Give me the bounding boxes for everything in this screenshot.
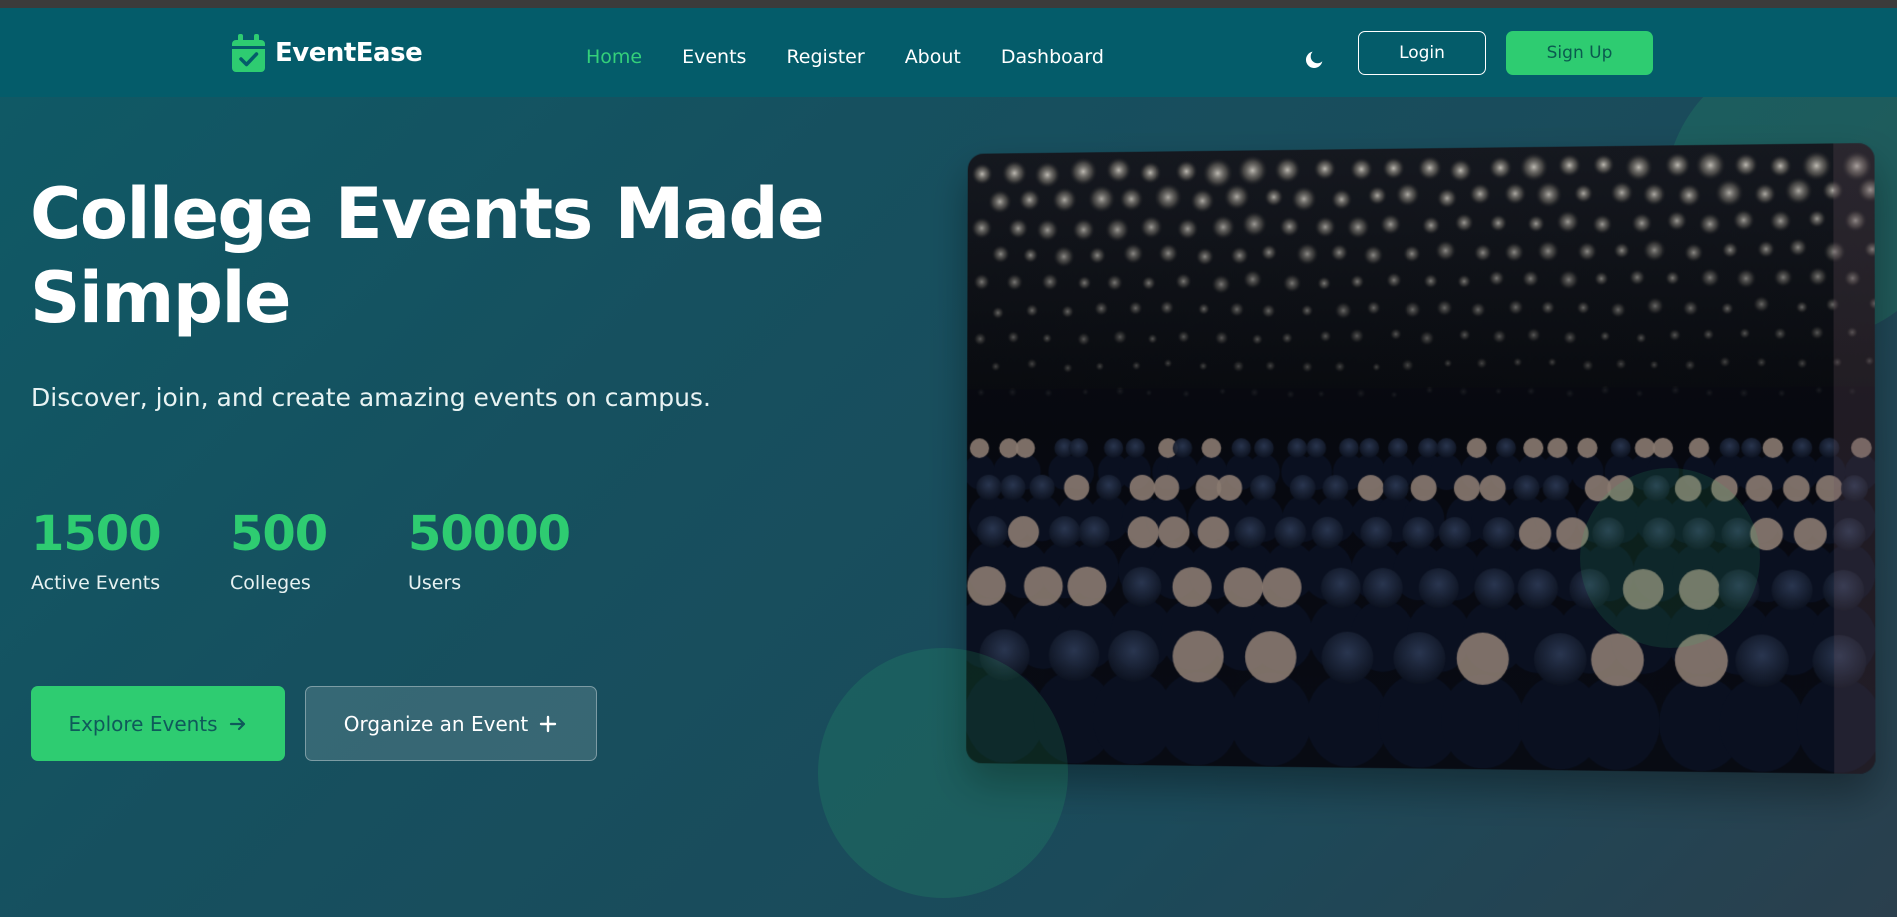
- hero-subtitle: Discover, join, and create amazing event…: [31, 383, 711, 412]
- plus-icon: [538, 714, 558, 734]
- stat-label: Active Events: [31, 572, 161, 594]
- conference-audience-photo: [966, 142, 1876, 775]
- stat-value: 50000: [408, 506, 571, 562]
- explore-events-button[interactable]: Explore Events: [31, 686, 285, 761]
- stat-label: Colleges: [230, 572, 311, 594]
- stat-label: Users: [408, 572, 462, 594]
- nav-links: Home Events Register About Dashboard: [586, 46, 1144, 68]
- brand-name: EventEase: [275, 38, 423, 68]
- brand-logo[interactable]: EventEase: [232, 34, 423, 72]
- moon-icon[interactable]: [1304, 48, 1326, 70]
- stat-users: 50000 Users: [408, 506, 571, 594]
- login-button[interactable]: Login: [1358, 31, 1486, 75]
- nav-link-about[interactable]: About: [905, 46, 961, 68]
- window-top-strip: [0, 0, 1897, 8]
- explore-events-label: Explore Events: [68, 711, 218, 736]
- hero-title: College Events Made Simple: [30, 173, 825, 339]
- calendar-check-icon: [232, 34, 265, 72]
- arrow-right-icon: [228, 714, 248, 734]
- stat-value: 500: [230, 506, 328, 562]
- stat-value: 1500: [31, 506, 162, 562]
- navbar: EventEase Home Events Register About Das…: [0, 8, 1897, 97]
- page: EventEase Home Events Register About Das…: [0, 8, 1897, 917]
- signup-button[interactable]: Sign Up: [1506, 31, 1653, 75]
- organize-event-button[interactable]: Organize an Event: [305, 686, 597, 761]
- nav-link-register[interactable]: Register: [786, 46, 864, 68]
- nav-link-events[interactable]: Events: [682, 46, 746, 68]
- stat-colleges: 500 Colleges: [230, 506, 328, 594]
- stat-active-events: 1500 Active Events: [31, 506, 162, 594]
- organize-event-label: Organize an Event: [343, 711, 529, 736]
- nav-link-dashboard[interactable]: Dashboard: [1001, 46, 1104, 68]
- nav-link-home[interactable]: Home: [586, 46, 642, 68]
